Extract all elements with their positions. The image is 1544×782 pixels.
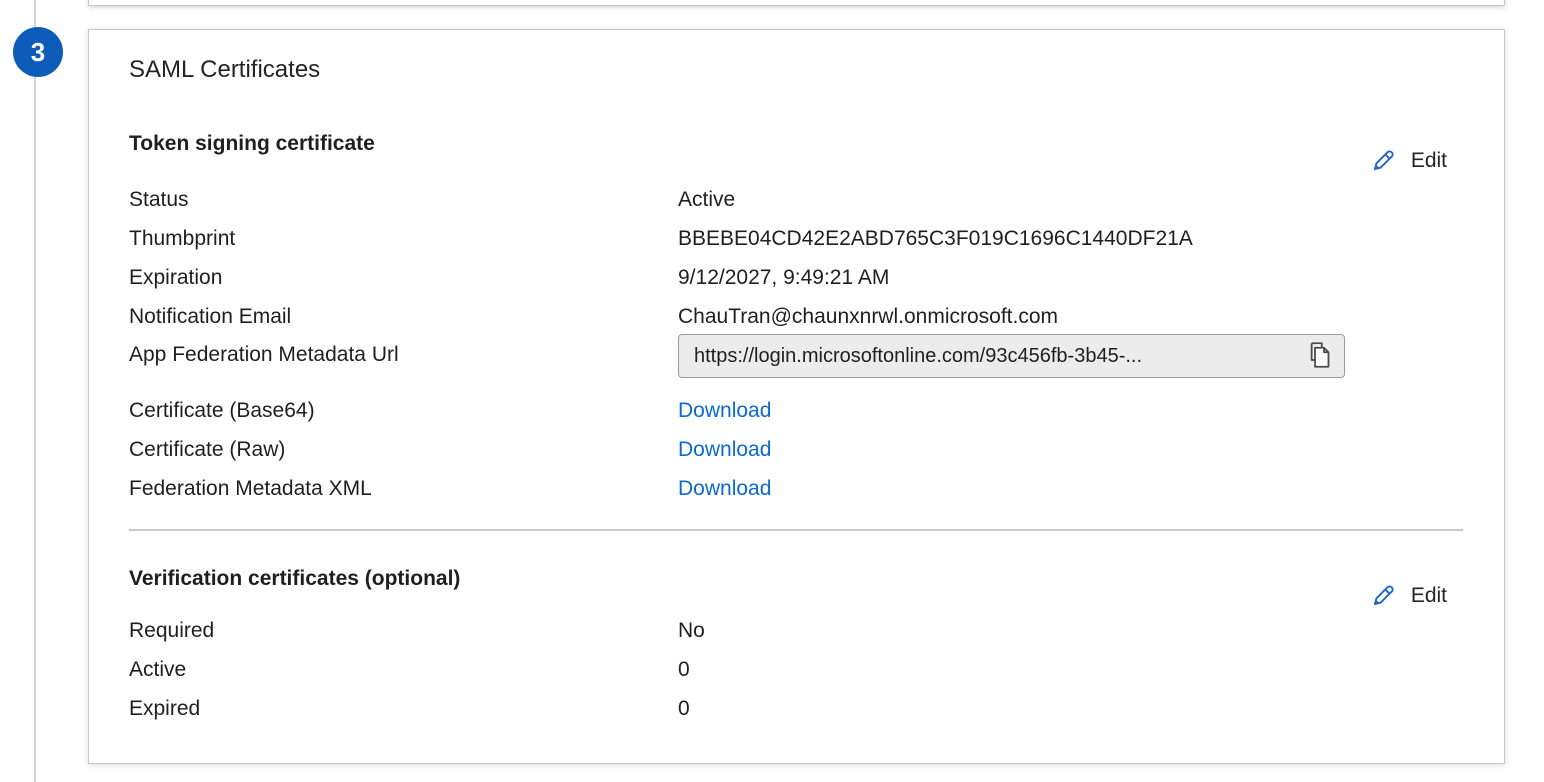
edit-button-label: Edit xyxy=(1411,584,1447,608)
row-app-federation-metadata-url: App Federation Metadata Url https://logi… xyxy=(129,336,1463,391)
field-label: Federation Metadata XML xyxy=(129,477,678,501)
field-label: Expired xyxy=(129,697,678,721)
row-expired-count: Expired 0 xyxy=(129,689,1463,728)
row-certificate-raw: Certificate (Raw) Download xyxy=(129,430,1463,469)
pencil-icon xyxy=(1368,581,1398,611)
row-federation-metadata-xml: Federation Metadata XML Download xyxy=(129,469,1463,508)
metadata-url-value: https://login.microsoftonline.com/93c456… xyxy=(694,345,1297,368)
field-label: Active xyxy=(129,658,678,682)
step-number-badge: 3 xyxy=(13,27,63,77)
metadata-url-field[interactable]: https://login.microsoftonline.com/93c456… xyxy=(678,334,1345,378)
field-label: Required xyxy=(129,619,678,643)
download-federation-metadata-xml-link[interactable]: Download xyxy=(678,477,771,501)
row-certificate-base64: Certificate (Base64) Download xyxy=(129,391,1463,430)
saml-sso-setup-page: 3 SAML Certificates Token signing certif… xyxy=(0,0,1544,782)
row-active-count: Active 0 xyxy=(129,650,1463,689)
field-value: Active xyxy=(678,188,735,212)
field-value: 0 xyxy=(678,697,690,721)
edit-token-certificate-button[interactable]: Edit xyxy=(1368,146,1447,176)
field-value: 9/12/2027, 9:49:21 AM xyxy=(678,266,889,290)
previous-step-card-edge xyxy=(88,0,1505,6)
field-label: Expiration xyxy=(129,266,678,290)
download-certificate-raw-link[interactable]: Download xyxy=(678,438,771,462)
field-value: ChauTran@chaunxnrwl.onmicrosoft.com xyxy=(678,305,1058,329)
row-status: Status Active xyxy=(129,180,1463,219)
row-thumbprint: Thumbprint BBEBE04CD42E2ABD765C3F019C169… xyxy=(129,219,1463,258)
field-label: Thumbprint xyxy=(129,227,678,251)
pencil-icon xyxy=(1368,146,1398,176)
field-value: 0 xyxy=(678,658,690,682)
row-required: Required No xyxy=(129,611,1463,650)
download-certificate-base64-link[interactable]: Download xyxy=(678,399,771,423)
token-signing-certificate-heading: Token signing certificate xyxy=(129,132,375,156)
field-label: Notification Email xyxy=(129,305,678,329)
field-value: No xyxy=(678,619,705,643)
token-certificate-fields: Status Active Thumbprint BBEBE04CD42E2AB… xyxy=(129,180,1463,508)
section-divider xyxy=(129,529,1463,531)
field-label: Certificate (Base64) xyxy=(129,399,678,423)
row-notification-email: Notification Email ChauTran@chaunxnrwl.o… xyxy=(129,297,1463,336)
verification-certificate-fields: Required No Active 0 Expired 0 xyxy=(129,611,1463,728)
row-expiration: Expiration 9/12/2027, 9:49:21 AM xyxy=(129,258,1463,297)
field-value: BBEBE04CD42E2ABD765C3F019C1696C1440DF21A xyxy=(678,227,1193,251)
edit-verification-certificates-button[interactable]: Edit xyxy=(1368,581,1447,611)
field-label: App Federation Metadata Url xyxy=(129,343,678,367)
copy-url-button[interactable] xyxy=(1307,341,1332,372)
edit-button-label: Edit xyxy=(1411,149,1447,173)
step-connector-line xyxy=(34,0,36,782)
verification-certificates-heading: Verification certificates (optional) xyxy=(129,567,460,591)
saml-certificates-card: SAML Certificates Token signing certific… xyxy=(88,29,1505,764)
field-label: Certificate (Raw) xyxy=(129,438,678,462)
copy-icon xyxy=(1307,341,1332,372)
card-title: SAML Certificates xyxy=(129,56,320,84)
field-label: Status xyxy=(129,188,678,212)
